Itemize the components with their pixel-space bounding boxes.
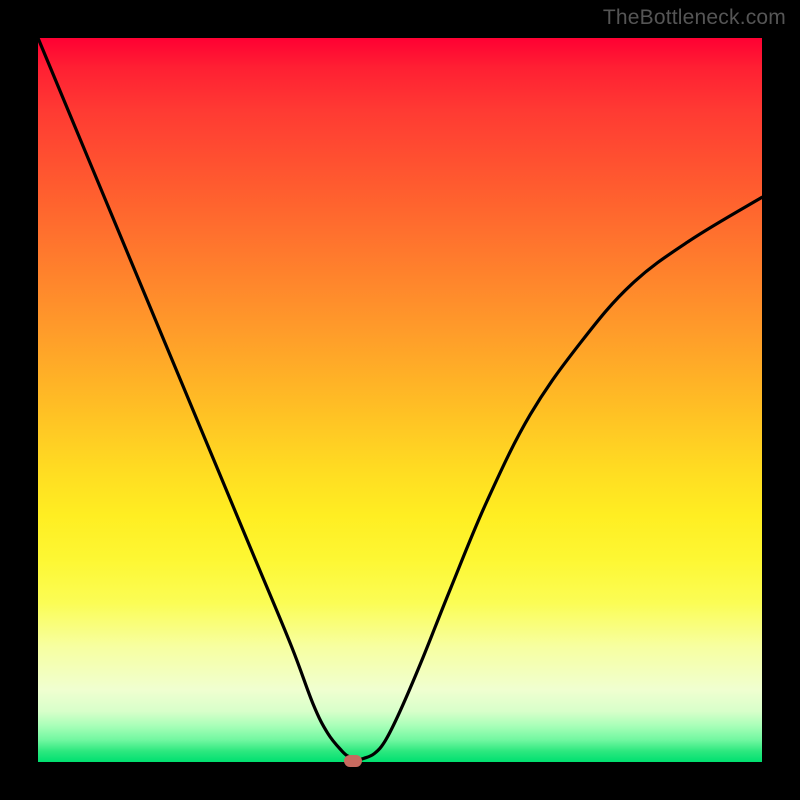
chart-frame: TheBottleneck.com [0,0,800,800]
plot-area [38,38,762,762]
curve-layer [38,38,762,762]
optimal-marker [344,755,362,767]
bottleneck-curve [38,38,762,760]
watermark-text: TheBottleneck.com [603,6,786,30]
